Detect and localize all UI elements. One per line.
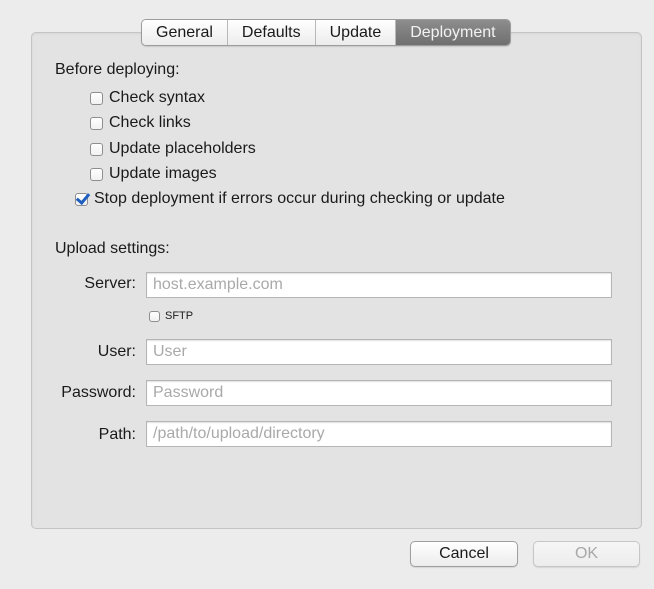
check-links-option[interactable]: Check links [90,114,191,132]
tab-update[interactable]: Update [315,20,397,45]
update-images-option[interactable]: Update images [90,165,217,183]
stop-deployment-option[interactable]: Stop deployment if errors occur during c… [75,190,505,208]
update-images-checkbox[interactable] [90,167,103,181]
sftp-option[interactable]: SFTP [149,310,193,322]
check-syntax-checkbox[interactable] [90,91,103,105]
tab-general[interactable]: General [142,20,228,45]
cancel-button[interactable]: Cancel [410,541,518,567]
user-input[interactable] [146,339,612,365]
check-syntax-option[interactable]: Check syntax [90,89,205,107]
password-label: Password: [61,384,136,401]
before-deploying-heading: Before deploying: [55,61,180,78]
server-label: Server: [84,275,136,292]
user-label: User: [97,343,136,360]
upload-settings-heading: Upload settings: [55,240,170,257]
stop-deployment-checkbox[interactable] [75,192,88,206]
ok-button[interactable]: OK [533,541,640,567]
tab-bar: General Defaults Update Deployment [141,19,511,46]
update-placeholders-label: Update placeholders [109,140,256,157]
sftp-label: SFTP [165,310,194,322]
path-label: Path: [98,426,136,443]
sftp-checkbox[interactable] [149,310,160,322]
server-input[interactable] [146,272,612,298]
update-placeholders-checkbox[interactable] [90,142,103,156]
path-input[interactable] [146,421,612,447]
password-input[interactable] [146,380,612,406]
update-images-label: Update images [109,165,217,182]
tab-defaults[interactable]: Defaults [227,20,316,45]
stop-deployment-label: Stop deployment if errors occur during c… [94,190,505,207]
tab-deployment[interactable]: Deployment [396,20,510,45]
check-syntax-label: Check syntax [109,89,206,106]
check-links-checkbox[interactable] [90,116,103,130]
check-links-label: Check links [109,114,191,131]
update-placeholders-option[interactable]: Update placeholders [90,140,256,158]
